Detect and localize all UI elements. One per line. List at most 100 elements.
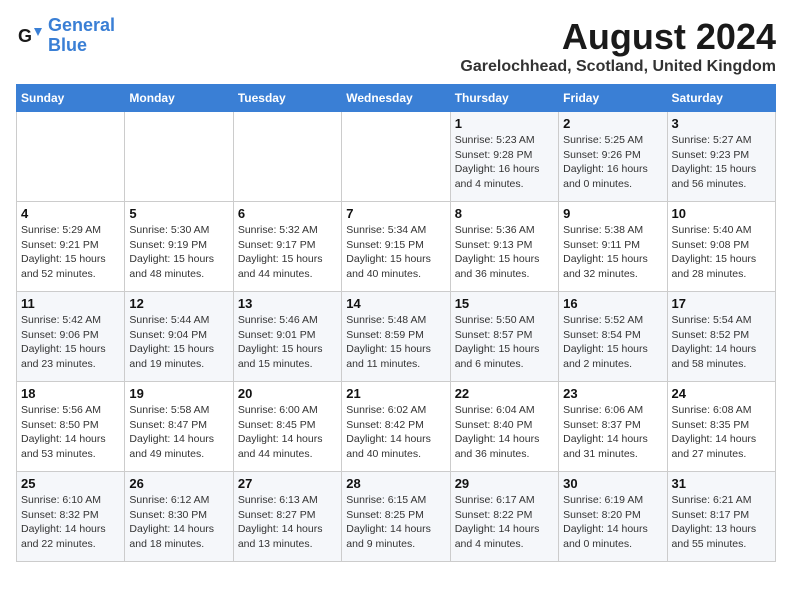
- day-number: 29: [455, 476, 554, 491]
- calendar-header: Sunday Monday Tuesday Wednesday Thursday…: [17, 85, 776, 112]
- logo-line1: General: [48, 15, 115, 35]
- svg-text:G: G: [18, 26, 32, 46]
- day-cell: 22 Sunrise: 6:04 AM Sunset: 8:40 PM Dayli…: [450, 382, 558, 472]
- week-row-3: 11Sunrise: 5:42 AM Sunset: 9:06 PM Dayli…: [17, 292, 776, 382]
- day-cell: 26 Sunrise: 6:12 AM Sunset: 8:30 PM Dayli…: [125, 472, 233, 562]
- day-info: Sunrise: 6:04 AM Sunset: 8:40 PM Dayligh…: [455, 403, 554, 462]
- logo: G General Blue: [16, 16, 115, 56]
- day-number: 14: [346, 296, 445, 311]
- day-number: 21: [346, 386, 445, 401]
- day-info: Sunrise: 5:36 AM Sunset: 9:13 PM Dayligh…: [455, 223, 554, 282]
- day-cell: [233, 112, 341, 202]
- day-number: 3: [672, 116, 771, 131]
- week-row-2: 4 Sunrise: 5:29 AM Sunset: 9:21 PM Daylig…: [17, 202, 776, 292]
- day-cell: [342, 112, 450, 202]
- header-row: Sunday Monday Tuesday Wednesday Thursday…: [17, 85, 776, 112]
- day-number: 13: [238, 296, 337, 311]
- header: G General Blue August 2024 Garelochhead,…: [16, 16, 776, 76]
- day-number: 8: [455, 206, 554, 221]
- day-cell: 31 Sunrise: 6:21 AM Sunset: 8:17 PM Dayli…: [667, 472, 775, 562]
- day-cell: 15Sunrise: 5:50 AM Sunset: 8:57 PM Dayli…: [450, 292, 558, 382]
- week-row-1: 1 Sunrise: 5:23 AM Sunset: 9:28 PM Daylig…: [17, 112, 776, 202]
- day-info: Sunrise: 5:48 AM Sunset: 8:59 PM Dayligh…: [346, 313, 445, 372]
- day-number: 7: [346, 206, 445, 221]
- day-cell: 28 Sunrise: 6:15 AM Sunset: 8:25 PM Dayli…: [342, 472, 450, 562]
- week-row-5: 25 Sunrise: 6:10 AM Sunset: 8:32 PM Dayli…: [17, 472, 776, 562]
- day-number: 24: [672, 386, 771, 401]
- day-info: Sunrise: 5:44 AM Sunset: 9:04 PM Dayligh…: [129, 313, 228, 372]
- day-number: 20: [238, 386, 337, 401]
- day-info: Sunrise: 6:15 AM Sunset: 8:25 PM Dayligh…: [346, 493, 445, 552]
- day-cell: 16 Sunrise: 5:52 AM Sunset: 8:54 PM Dayli…: [559, 292, 667, 382]
- day-number: 9: [563, 206, 662, 221]
- day-number: 5: [129, 206, 228, 221]
- day-number: 18: [21, 386, 120, 401]
- day-cell: 8 Sunrise: 5:36 AM Sunset: 9:13 PM Daylig…: [450, 202, 558, 292]
- day-cell: 11Sunrise: 5:42 AM Sunset: 9:06 PM Dayli…: [17, 292, 125, 382]
- day-info: Sunrise: 6:06 AM Sunset: 8:37 PM Dayligh…: [563, 403, 662, 462]
- day-number: 11: [21, 296, 120, 311]
- day-info: Sunrise: 6:00 AM Sunset: 8:45 PM Dayligh…: [238, 403, 337, 462]
- day-info: Sunrise: 6:10 AM Sunset: 8:32 PM Dayligh…: [21, 493, 120, 552]
- col-tuesday: Tuesday: [233, 85, 341, 112]
- day-info: Sunrise: 6:02 AM Sunset: 8:42 PM Dayligh…: [346, 403, 445, 462]
- day-info: Sunrise: 5:52 AM Sunset: 8:54 PM Dayligh…: [563, 313, 662, 372]
- day-info: Sunrise: 5:23 AM Sunset: 9:28 PM Dayligh…: [455, 133, 554, 192]
- day-cell: 5 Sunrise: 5:30 AM Sunset: 9:19 PM Daylig…: [125, 202, 233, 292]
- day-cell: 18 Sunrise: 5:56 AM Sunset: 8:50 PM Dayli…: [17, 382, 125, 472]
- day-cell: 23Sunrise: 6:06 AM Sunset: 8:37 PM Dayli…: [559, 382, 667, 472]
- calendar-body: 1 Sunrise: 5:23 AM Sunset: 9:28 PM Daylig…: [17, 112, 776, 562]
- title-area: August 2024 Garelochhead, Scotland, Unit…: [460, 16, 776, 76]
- day-number: 2: [563, 116, 662, 131]
- col-friday: Friday: [559, 85, 667, 112]
- day-cell: 4 Sunrise: 5:29 AM Sunset: 9:21 PM Daylig…: [17, 202, 125, 292]
- day-number: 25: [21, 476, 120, 491]
- logo-icon: G: [16, 22, 44, 50]
- day-cell: 17 Sunrise: 5:54 AM Sunset: 8:52 PM Dayli…: [667, 292, 775, 382]
- col-saturday: Saturday: [667, 85, 775, 112]
- month-title: August 2024: [460, 16, 776, 58]
- day-cell: 20 Sunrise: 6:00 AM Sunset: 8:45 PM Dayli…: [233, 382, 341, 472]
- col-monday: Monday: [125, 85, 233, 112]
- day-number: 26: [129, 476, 228, 491]
- day-info: Sunrise: 6:21 AM Sunset: 8:17 PM Dayligh…: [672, 493, 771, 552]
- day-number: 4: [21, 206, 120, 221]
- day-info: Sunrise: 5:56 AM Sunset: 8:50 PM Dayligh…: [21, 403, 120, 462]
- day-cell: 9Sunrise: 5:38 AM Sunset: 9:11 PM Daylig…: [559, 202, 667, 292]
- day-info: Sunrise: 5:30 AM Sunset: 9:19 PM Dayligh…: [129, 223, 228, 282]
- day-number: 12: [129, 296, 228, 311]
- day-cell: 19Sunrise: 5:58 AM Sunset: 8:47 PM Dayli…: [125, 382, 233, 472]
- day-number: 16: [563, 296, 662, 311]
- day-info: Sunrise: 5:29 AM Sunset: 9:21 PM Dayligh…: [21, 223, 120, 282]
- day-cell: 12 Sunrise: 5:44 AM Sunset: 9:04 PM Dayli…: [125, 292, 233, 382]
- day-info: Sunrise: 5:40 AM Sunset: 9:08 PM Dayligh…: [672, 223, 771, 282]
- day-number: 28: [346, 476, 445, 491]
- day-cell: 25 Sunrise: 6:10 AM Sunset: 8:32 PM Dayli…: [17, 472, 125, 562]
- day-info: Sunrise: 6:12 AM Sunset: 8:30 PM Dayligh…: [129, 493, 228, 552]
- day-cell: 21 Sunrise: 6:02 AM Sunset: 8:42 PM Dayli…: [342, 382, 450, 472]
- day-info: Sunrise: 6:19 AM Sunset: 8:20 PM Dayligh…: [563, 493, 662, 552]
- day-cell: [125, 112, 233, 202]
- day-number: 1: [455, 116, 554, 131]
- day-info: Sunrise: 5:54 AM Sunset: 8:52 PM Dayligh…: [672, 313, 771, 372]
- logo-text: General Blue: [48, 16, 115, 56]
- day-info: Sunrise: 5:46 AM Sunset: 9:01 PM Dayligh…: [238, 313, 337, 372]
- day-info: Sunrise: 5:27 AM Sunset: 9:23 PM Dayligh…: [672, 133, 771, 192]
- day-cell: 7 Sunrise: 5:34 AM Sunset: 9:15 PM Daylig…: [342, 202, 450, 292]
- day-number: 30: [563, 476, 662, 491]
- day-number: 17: [672, 296, 771, 311]
- col-wednesday: Wednesday: [342, 85, 450, 112]
- col-thursday: Thursday: [450, 85, 558, 112]
- day-cell: 3 Sunrise: 5:27 AM Sunset: 9:23 PM Daylig…: [667, 112, 775, 202]
- day-number: 19: [129, 386, 228, 401]
- day-info: Sunrise: 5:34 AM Sunset: 9:15 PM Dayligh…: [346, 223, 445, 282]
- col-sunday: Sunday: [17, 85, 125, 112]
- day-number: 31: [672, 476, 771, 491]
- day-number: 10: [672, 206, 771, 221]
- day-cell: [17, 112, 125, 202]
- day-number: 22: [455, 386, 554, 401]
- day-info: Sunrise: 6:08 AM Sunset: 8:35 PM Dayligh…: [672, 403, 771, 462]
- day-cell: 14 Sunrise: 5:48 AM Sunset: 8:59 PM Dayli…: [342, 292, 450, 382]
- day-cell: 1 Sunrise: 5:23 AM Sunset: 9:28 PM Daylig…: [450, 112, 558, 202]
- day-number: 15: [455, 296, 554, 311]
